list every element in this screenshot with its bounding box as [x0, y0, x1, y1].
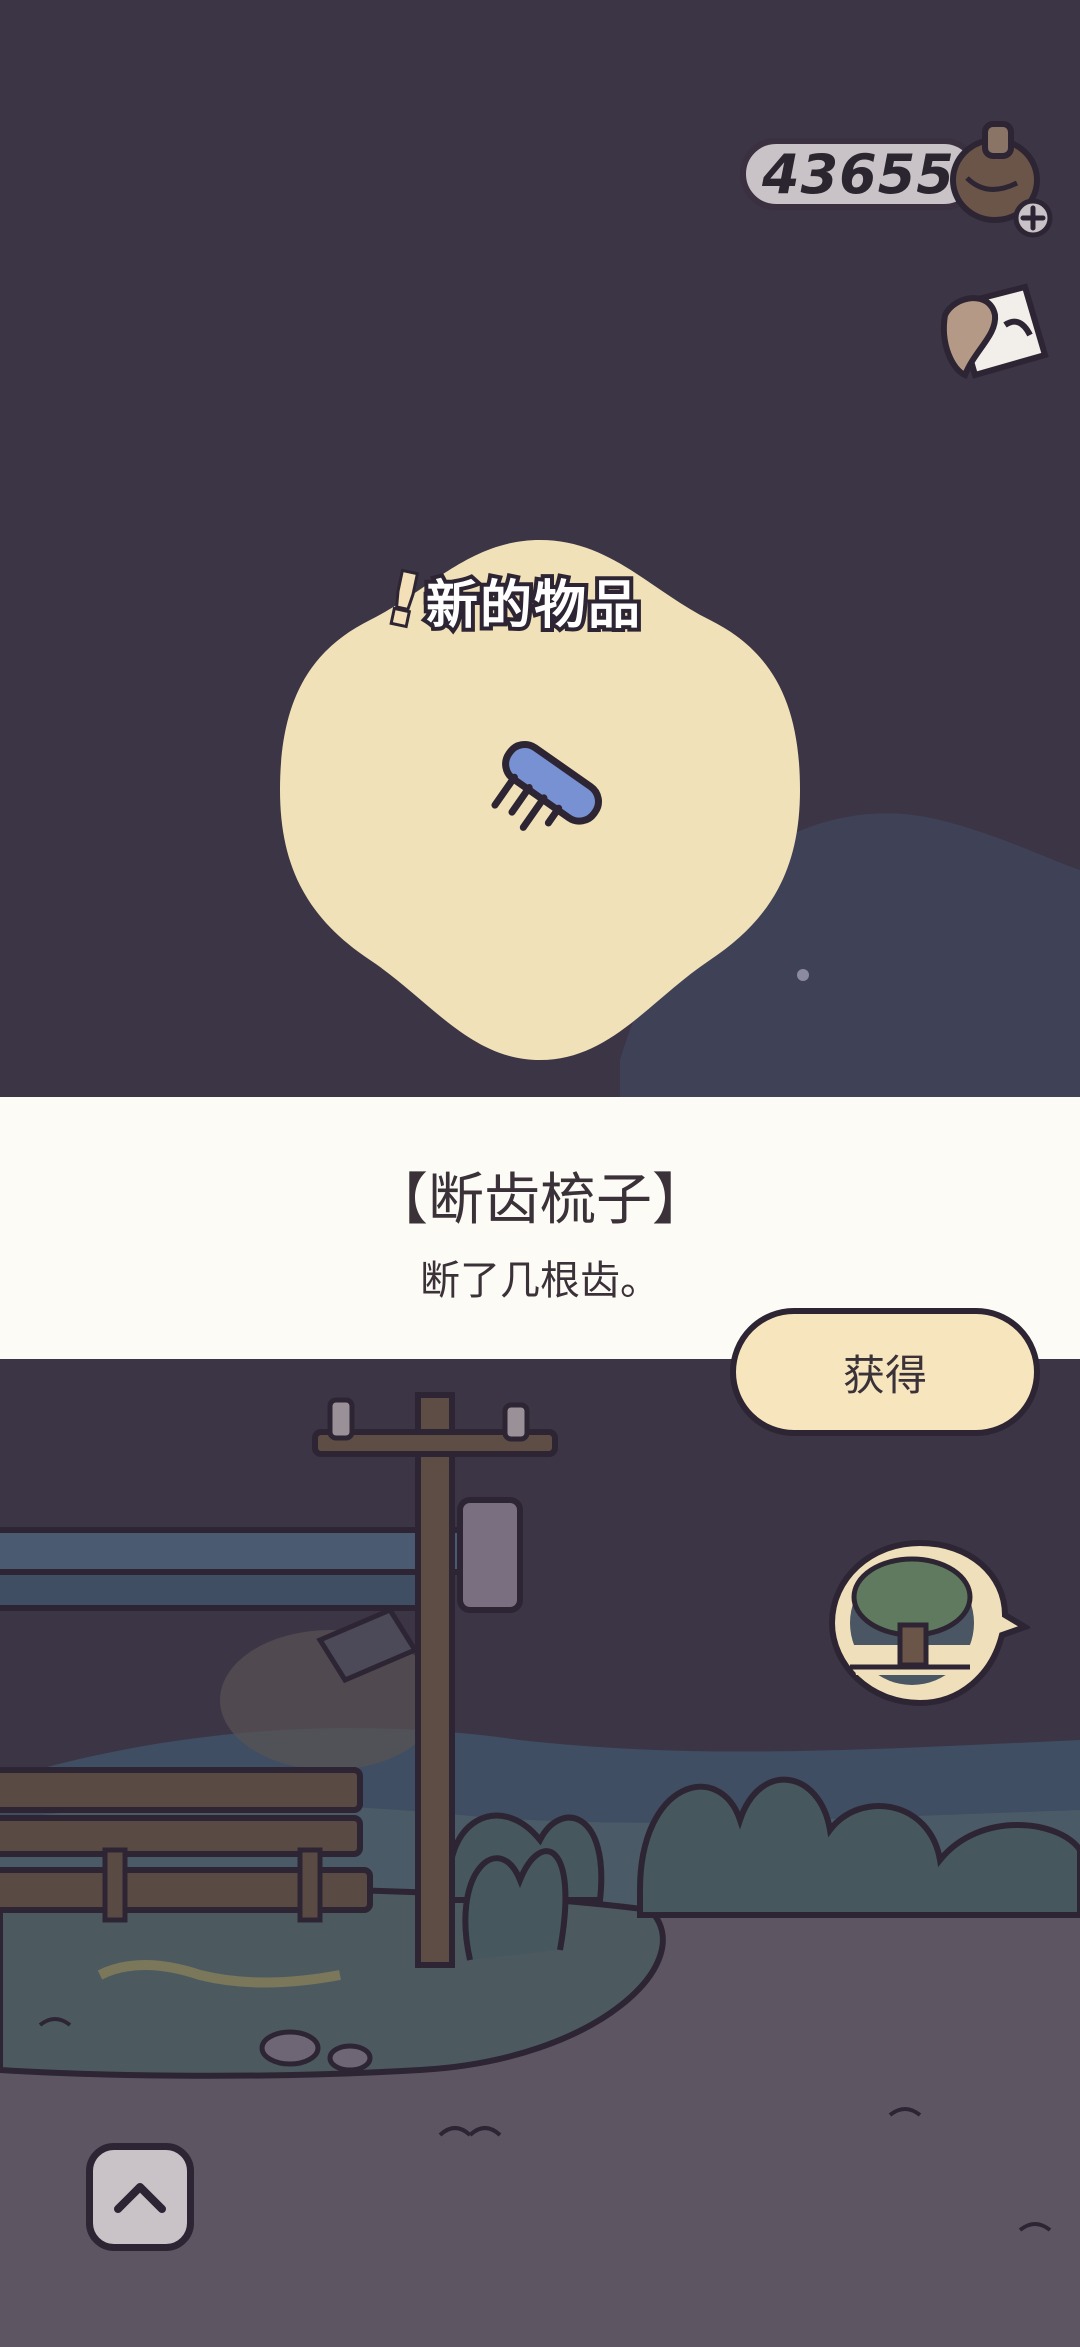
new-item-header: ! 新的物品 — [377, 554, 644, 647]
item-name: 【断齿梳子】 — [372, 1168, 708, 1233]
obtain-button[interactable]: 获得 — [730, 1308, 1040, 1436]
comb-icon — [491, 740, 602, 831]
expand-up-button[interactable] — [86, 2143, 194, 2251]
currency-display[interactable]: 436559 — [740, 138, 992, 210]
notebook-icon[interactable] — [935, 275, 1055, 390]
chevron-up-icon — [114, 2183, 166, 2213]
plus-icon — [1013, 198, 1053, 238]
exclamation-icon: ! — [377, 554, 431, 647]
item-description: 断了几根齿。 — [420, 1258, 660, 1304]
tree-icon[interactable] — [820, 1535, 1030, 1710]
coin-bag-icon[interactable] — [945, 118, 1055, 238]
new-item-title: 新的物品 — [422, 572, 644, 640]
